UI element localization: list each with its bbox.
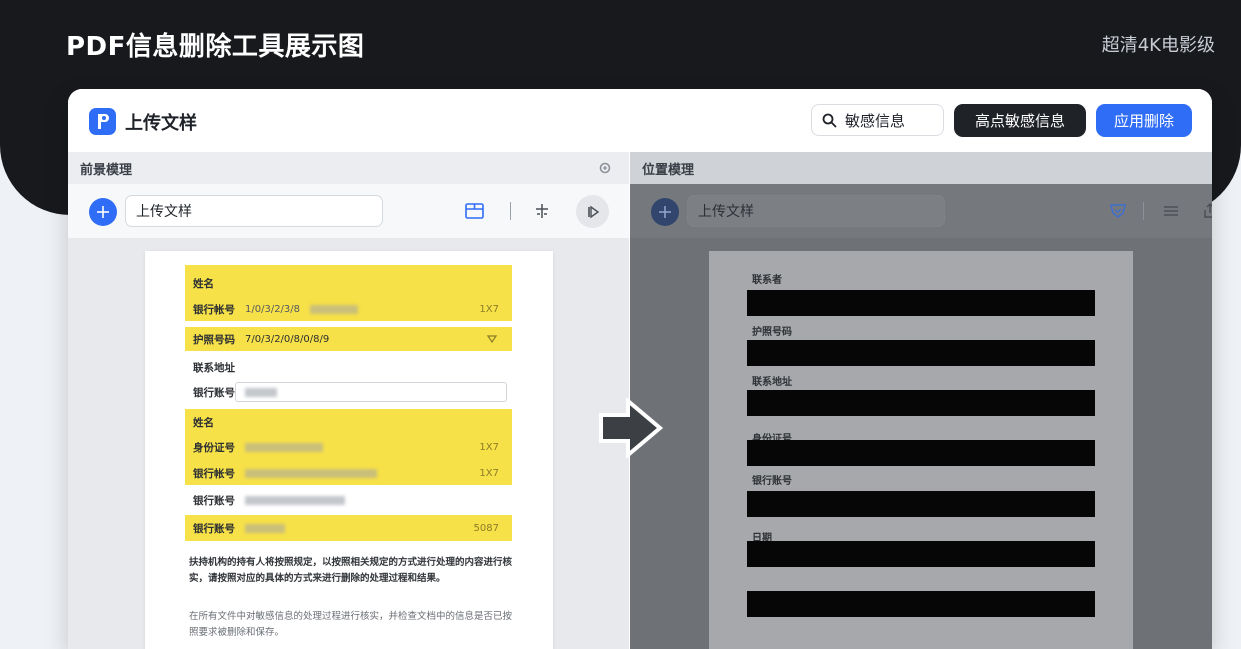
right-arrow-icon (599, 398, 664, 458)
redaction-bar (747, 290, 1095, 316)
left-pane-header: 前景模理 (68, 152, 629, 184)
left-pane-title: 前景模理 (80, 162, 133, 178)
toolbar-divider (510, 202, 511, 220)
chevron-down-icon[interactable] (487, 335, 497, 343)
tool-compass-icon[interactable] (89, 198, 117, 226)
redacted-label: 联系者 (752, 275, 782, 286)
document-paragraph: 在所有文件中对敏感信息的处理过程进行核实，并检查文档中的信息是否已按照要求被删除… (189, 611, 513, 638)
redaction-bar (747, 591, 1095, 617)
left-pane: 上传文样 姓名 银行帐号 1/0/3/2/3/8 1X7 护照号码 7/0/3/… (68, 184, 629, 649)
share-icon[interactable] (1200, 201, 1212, 221)
right-pane-title: 位置模理 (642, 162, 695, 178)
field-row: 银行帐号 1X7 (193, 467, 499, 480)
value-input-box[interactable] (235, 382, 507, 402)
field-heading: 姓名 (193, 277, 214, 290)
right-toolbar: 上传文样 (630, 184, 1212, 238)
redacted-document: 联系者 护照号码 联系地址 身份证号 银行账号 日期 (709, 251, 1133, 649)
field-row: 联系地址 (193, 361, 235, 374)
menu-icon[interactable] (1161, 201, 1181, 221)
field-row: 身份证号 1X7 (193, 441, 499, 454)
field-row: 银行帐号 1/0/3/2/3/8 1X7 (193, 303, 499, 316)
redaction-bar (747, 390, 1095, 416)
apply-delete-button[interactable]: 应用删除 (1096, 104, 1192, 137)
split-icon[interactable] (532, 201, 552, 221)
app-window: 上传文样 高点敏感信息 应用删除 前景模理 位置模理 (68, 89, 1212, 649)
redaction-bar (747, 541, 1095, 567)
page-title: PDF信息删除工具展示图 (66, 32, 365, 62)
right-file-field[interactable]: 上传文样 (687, 195, 945, 227)
search-icon (822, 113, 837, 127)
original-document: 姓名 银行帐号 1/0/3/2/3/8 1X7 护照号码 7/0/3/2/0/8… (145, 251, 553, 649)
highlight-sensitive-button[interactable]: 高点敏感信息 (954, 104, 1086, 137)
field-heading: 姓名 (193, 416, 214, 429)
redacted-label: 护照号码 (752, 327, 792, 338)
redacted-label: 银行账号 (752, 476, 792, 487)
redaction-bar (747, 440, 1095, 466)
play-icon[interactable] (576, 195, 609, 228)
app-topbar: 上传文样 高点敏感信息 应用删除 (68, 89, 1212, 152)
field-row: 护照号码 7/0/3/2/0/8/0/8/9 (193, 327, 505, 351)
pdf-logo-icon (89, 108, 116, 135)
redacted-label: 联系地址 (752, 377, 792, 388)
eye-icon[interactable] (599, 162, 611, 174)
quality-tag: 超清4K电影级 (1101, 35, 1215, 56)
right-pane-header: 位置模理 (630, 152, 1212, 184)
left-toolbar: 上传文样 (68, 184, 629, 238)
app-name: 上传文样 (125, 113, 197, 134)
left-file-field[interactable]: 上传文样 (125, 195, 383, 227)
shield-icon[interactable] (1108, 201, 1128, 221)
right-pane: 上传文样 联系者 护照号码 联系地址 银行账号 日期 (630, 184, 1212, 649)
search-input[interactable] (843, 110, 942, 130)
field-row: 银行账号 5087 (193, 522, 499, 535)
redaction-bar (747, 491, 1095, 517)
folder-icon[interactable] (464, 201, 484, 221)
search-box[interactable] (811, 104, 944, 136)
field-row: 银行账号 (193, 488, 505, 512)
toolbar-divider (1143, 202, 1144, 220)
tool-compass-icon[interactable] (651, 198, 679, 226)
document-paragraph: 扶持机构的持有人将按照规定，以按照相关规定的方式进行处理的内容进行核实，请按照对… (189, 557, 513, 584)
redaction-bar (747, 340, 1095, 366)
